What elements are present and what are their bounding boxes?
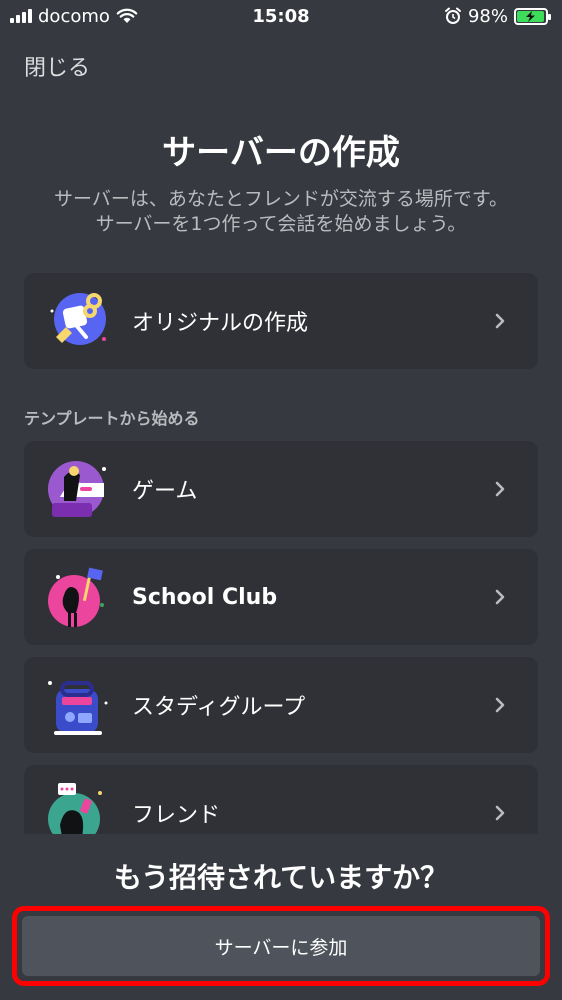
chevron-right-icon xyxy=(495,481,505,497)
page-subtitle: サーバーは、あなたとフレンドが交流する場所です。 サーバーを1つ作って会話を始め… xyxy=(20,187,542,237)
chevron-right-icon xyxy=(495,589,505,605)
signal-icon xyxy=(10,9,32,23)
create-original-label: オリジナルの作成 xyxy=(132,311,309,336)
study-group-template-illustration xyxy=(48,681,108,735)
template-study-group-button[interactable]: スタディグループ xyxy=(24,657,538,753)
chevron-right-icon xyxy=(495,313,505,329)
status-left: docomo xyxy=(0,6,138,27)
page-title: サーバーの作成 xyxy=(162,133,400,173)
subtitle-line-1: サーバーは、あなたとフレンドが交流する場所です。 xyxy=(54,188,508,210)
template-school-club-label: School Club xyxy=(132,584,278,610)
subtitle-line-2: サーバーを1つ作って会話を始めましょう。 xyxy=(95,213,467,235)
template-gaming-label: ゲーム xyxy=(132,479,198,504)
create-own-server-illustration xyxy=(50,293,106,345)
status-right: 98% xyxy=(444,6,562,27)
create-original-button[interactable]: オリジナルの作成 xyxy=(24,273,538,369)
battery-percent: 98% xyxy=(467,5,508,27)
carrier-name: docomo xyxy=(38,5,110,27)
school-club-template-illustration xyxy=(48,567,104,627)
wifi-icon xyxy=(116,8,138,23)
close-button[interactable]: 閉じる xyxy=(24,50,90,82)
battery-charging-icon xyxy=(514,7,551,25)
templates-heading: テンプレートから始める xyxy=(24,409,200,428)
gaming-template-illustration xyxy=(48,461,106,517)
template-school-club-button[interactable]: School Club xyxy=(24,549,538,645)
already-invited-heading: もう招待されていますか？ xyxy=(113,861,449,894)
status-bar: docomo 15:08 98% xyxy=(0,0,562,32)
template-study-group-label: スタディグループ xyxy=(132,695,306,720)
alarm-icon xyxy=(444,7,461,24)
template-friends-label: フレンド xyxy=(132,803,221,828)
template-gaming-button[interactable]: ゲーム xyxy=(24,441,538,537)
join-server-button[interactable]: サーバーに参加 xyxy=(22,916,540,976)
footer: もう招待されていますか？ サーバーに参加 xyxy=(0,834,562,1000)
chevron-right-icon xyxy=(495,697,505,713)
chevron-right-icon xyxy=(495,805,505,821)
